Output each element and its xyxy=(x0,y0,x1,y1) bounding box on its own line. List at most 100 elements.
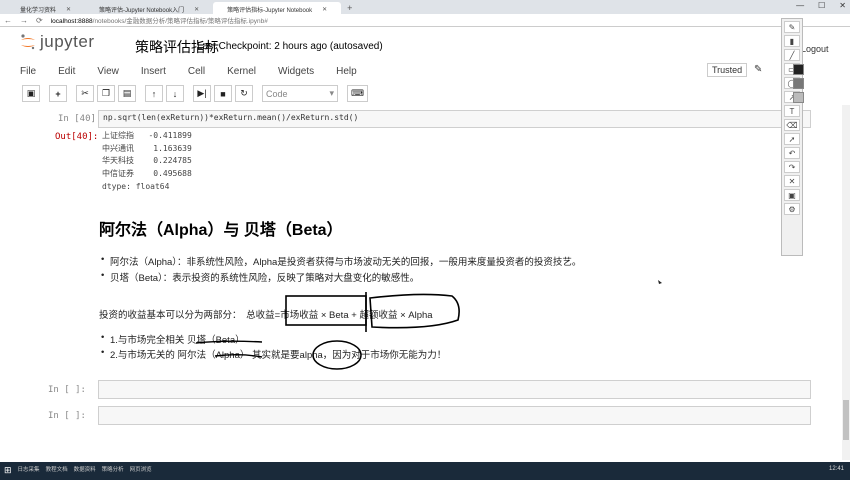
copy-button[interactable]: ❐ xyxy=(97,85,115,102)
browser-tab[interactable]: 策略评估-Jupyter Notebook入门 ✕ xyxy=(85,2,213,14)
formula-excess: 超额收益 × Alpha xyxy=(359,310,433,321)
output-line: 上证综指 -0.411899 xyxy=(102,131,192,140)
tab-label: 策略评估指标-Jupyter Notebook xyxy=(227,7,313,14)
checkpoint-status: Last Checkpoint: 2 hours ago (autosaved) xyxy=(197,41,383,52)
empty-code-cell[interactable] xyxy=(98,406,811,425)
chevron-down-icon: ▾ xyxy=(329,88,334,98)
arrow-down-icon: ↓ xyxy=(172,88,178,99)
run-button[interactable]: ▶| xyxy=(193,85,211,102)
close-icon[interactable]: ✕ xyxy=(66,6,71,13)
undo-tool-icon[interactable]: ↶ xyxy=(784,147,800,159)
logout-button[interactable]: Logout xyxy=(801,44,829,54)
copy-icon: ❐ xyxy=(101,88,111,98)
keyboard-icon: ⌨ xyxy=(351,88,364,98)
maximize-icon[interactable]: ☐ xyxy=(818,1,825,10)
list2-text: 其实就是要 xyxy=(252,350,300,361)
output-prompt: Out[40]: xyxy=(55,132,99,142)
interrupt-button[interactable]: ■ xyxy=(214,85,232,102)
settings-tool-icon[interactable]: ⚙ xyxy=(784,203,800,215)
mouse-cursor-icon xyxy=(658,280,662,284)
move-down-button[interactable]: ↓ xyxy=(166,85,184,102)
return-formula: 投资的收益基本可以分为两部分： 总收益=市场收益 × Beta + 超额收益 ×… xyxy=(99,307,433,321)
close-icon[interactable]: ✕ xyxy=(322,6,327,13)
bullet-alpha: 阿尔法（Alpha）：非系统性风险，Alpha是投资者获得与市场波动无关的回报，… xyxy=(101,254,581,268)
url-text[interactable]: localhost:8888/notebooks/金融数据分析/策略评估指标/策… xyxy=(51,15,268,25)
pen-tool-icon[interactable]: ✎ xyxy=(784,21,800,33)
menu-bar: File Edit View Insert Cell Kernel Widget… xyxy=(20,62,770,80)
command-palette-button[interactable]: ⌨ xyxy=(347,85,368,102)
minimize-icon[interactable]: — xyxy=(796,1,804,10)
cell-prompt: In [40]: xyxy=(58,114,102,124)
forward-icon[interactable]: → xyxy=(20,16,28,25)
pointer-tool-icon[interactable]: ➚ xyxy=(784,133,800,145)
list-item-2: 2.与市场无关的 阿尔法（Alpha） 其实就是要alpha，因为对于市场你无能… xyxy=(101,347,447,361)
jupyter-logo[interactable]: jupyter xyxy=(20,32,95,52)
cut-button[interactable]: ✂ xyxy=(76,85,94,102)
list2-alpha-word: alpha xyxy=(299,350,323,361)
menu-file[interactable]: File xyxy=(20,66,36,77)
tab-label: 量化学习资料 xyxy=(20,7,57,14)
menu-cell[interactable]: Cell xyxy=(188,66,205,77)
reload-icon[interactable]: ⟳ xyxy=(36,16,43,25)
url-port: :8888 xyxy=(76,18,93,25)
save-tool-icon[interactable]: ▣ xyxy=(784,189,800,201)
save-button[interactable]: ▣ xyxy=(22,85,40,102)
color-swatch-light[interactable] xyxy=(793,92,804,103)
clear-tool-icon[interactable]: ✕ xyxy=(784,175,800,187)
system-clock[interactable]: 12:41 xyxy=(829,466,844,472)
close-window-icon[interactable]: ✕ xyxy=(839,1,846,10)
eraser-tool-icon[interactable]: ⌫ xyxy=(784,119,800,131)
menu-widgets[interactable]: Widgets xyxy=(278,66,314,77)
taskbar-item[interactable]: 教程文档 xyxy=(46,465,68,477)
color-swatch-gray[interactable] xyxy=(793,78,804,89)
trusted-badge[interactable]: Trusted xyxy=(707,63,748,77)
output-line: 华天科技 0.224785 xyxy=(102,156,192,166)
menu-view[interactable]: View xyxy=(97,66,119,77)
start-icon[interactable]: ⊞ xyxy=(4,465,12,477)
edit-pencil-icon[interactable]: ✎ xyxy=(754,64,762,75)
url-path: /notebooks/金融数据分析/策略评估指标/策略评估指标.ipynb# xyxy=(92,18,268,25)
address-bar[interactable]: ← → ⟳ localhost:8888/notebooks/金融数据分析/策略… xyxy=(0,14,850,27)
window-controls: — ☐ ✕ xyxy=(796,1,846,10)
back-icon[interactable]: ← xyxy=(4,16,12,25)
code-cell-input[interactable]: np.sqrt(len(exReturn))*exReturn.mean()/e… xyxy=(98,110,811,128)
move-up-button[interactable]: ↑ xyxy=(145,85,163,102)
close-icon[interactable]: ✕ xyxy=(194,6,199,13)
empty-code-cell[interactable] xyxy=(98,380,811,399)
scrollbar-thumb[interactable] xyxy=(843,400,849,440)
color-swatch-black[interactable] xyxy=(793,64,804,75)
browser-tab[interactable]: 量化学习资料 ✕ xyxy=(6,2,85,14)
restart-icon: ↻ xyxy=(240,88,248,98)
cell-type-value: Code xyxy=(266,88,288,99)
browser-tab-bar: 量化学习资料 ✕ 策略评估-Jupyter Notebook入门 ✕ 策略评估指标-… xyxy=(0,0,850,14)
text-tool-icon[interactable]: T xyxy=(784,105,800,117)
new-tab-button[interactable]: + xyxy=(341,2,358,14)
redo-tool-icon[interactable]: ↷ xyxy=(784,161,800,173)
save-icon: ▣ xyxy=(26,88,36,98)
taskbar-item[interactable]: 网页浏览 xyxy=(130,465,152,477)
plus-icon: + xyxy=(55,88,61,99)
menu-kernel[interactable]: Kernel xyxy=(227,66,256,77)
marker-tool-icon[interactable]: ▮ xyxy=(784,35,800,47)
menu-edit[interactable]: Edit xyxy=(58,66,75,77)
taskbar-item[interactable]: 数据资料 xyxy=(74,465,96,477)
taskbar-item[interactable]: 日志采集 xyxy=(18,465,40,477)
output-line: 中信证券 0.495688 xyxy=(102,169,192,179)
restart-button[interactable]: ↻ xyxy=(235,85,253,102)
cell-prompt: In [ ]: xyxy=(48,385,86,395)
line-tool-icon[interactable]: ╱ xyxy=(784,49,800,61)
taskbar-item[interactable]: 策略分析 xyxy=(102,465,124,477)
stop-icon: ■ xyxy=(220,88,226,99)
browser-tab-active[interactable]: 策略评估指标-Jupyter Notebook ✕ xyxy=(213,2,342,14)
cell-prompt: In [ ]: xyxy=(48,411,86,421)
insert-cell-button[interactable]: + xyxy=(49,85,67,102)
menu-help[interactable]: Help xyxy=(336,66,357,77)
menu-insert[interactable]: Insert xyxy=(141,66,166,77)
formula-total: 总收益 xyxy=(246,310,275,321)
scissors-icon: ✂ xyxy=(81,88,89,98)
list2-text: ，因为对于市场你无能为力！ xyxy=(322,350,447,361)
cell-type-select[interactable]: Code ▾ xyxy=(262,85,338,102)
list-item-1: 1.与市场完全相关 贝塔（Beta） xyxy=(101,332,245,346)
tab-label: 策略评估-Jupyter Notebook入门 xyxy=(99,7,185,14)
paste-button[interactable]: ▤ xyxy=(118,85,136,102)
